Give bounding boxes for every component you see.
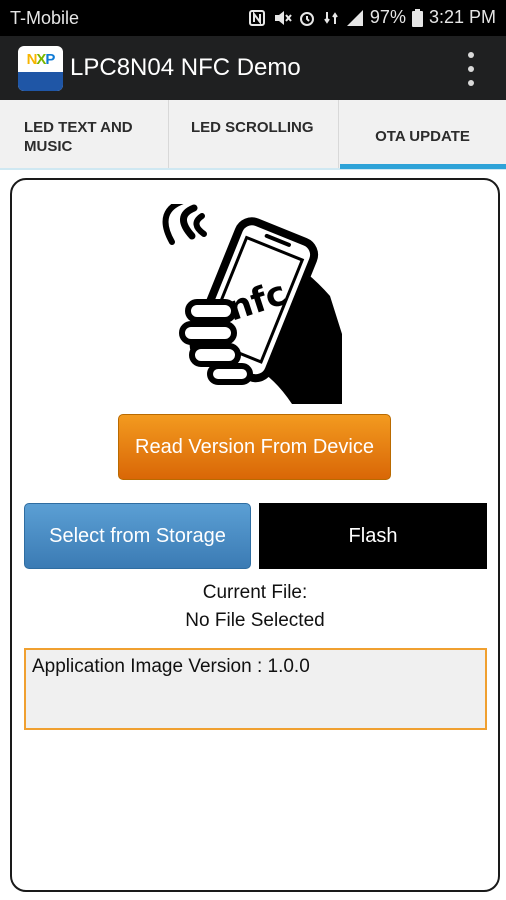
carrier-label: T-Mobile (10, 8, 80, 28)
alarm-icon (298, 9, 316, 27)
flash-button[interactable]: Flash (259, 503, 487, 569)
version-text: Application Image Version : 1.0.0 (32, 656, 310, 677)
current-file-value: No File Selected (185, 610, 325, 631)
tab-label: OTA UPDATE (375, 128, 470, 145)
nxp-logo-icon: NXP (18, 46, 63, 91)
tab-bar: LED TEXT AND MUSIC LED SCROLLING OTA UPD… (0, 100, 506, 170)
battery-percent: 97% (369, 7, 406, 27)
signal-icon (346, 9, 364, 27)
app-bar: NXP LPC8N04 NFC Demo (0, 36, 506, 100)
tab-selected-indicator (340, 164, 506, 169)
clock: 3:21 PM (428, 7, 496, 27)
nfc-phone-hand-icon: nfc (162, 204, 342, 404)
data-icon (322, 9, 340, 27)
tab-label: LED SCROLLING (191, 119, 314, 136)
current-file-label: Current File: (202, 582, 308, 603)
read-version-button[interactable]: Read Version From Device (118, 414, 391, 480)
select-from-storage-button[interactable]: Select from Storage (24, 503, 251, 569)
battery-icon (411, 8, 423, 27)
tab-led-text-and-music[interactable]: LED TEXT AND MUSIC (0, 100, 169, 170)
tab-label: LED TEXT AND MUSIC (24, 119, 133, 155)
tab-ota-update[interactable]: OTA UPDATE (339, 100, 506, 170)
ota-update-panel: nfc Read Version From Device Select from… (10, 178, 500, 892)
mute-icon (272, 9, 292, 27)
app-title: LPC8N04 NFC Demo (70, 54, 301, 81)
version-output-box: Application Image Version : 1.0.0 (24, 648, 487, 730)
overflow-menu-icon[interactable] (464, 52, 476, 86)
tab-led-scrolling[interactable]: LED SCROLLING (169, 100, 339, 170)
nfc-icon (248, 9, 266, 27)
status-icons: 97% 3:21 PM (248, 7, 496, 28)
status-bar: T-Mobile 97% 3:21 PM (0, 0, 506, 36)
